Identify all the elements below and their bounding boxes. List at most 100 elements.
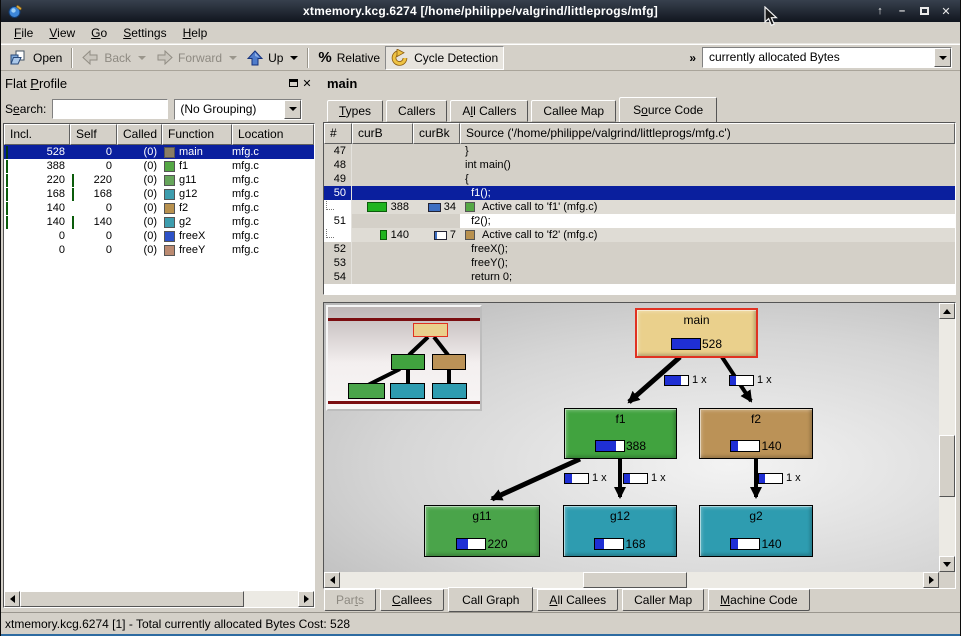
table-row[interactable]: 140 0 (0) f2 mfg.c (4, 201, 314, 215)
graph-node-main[interactable]: main 528 (635, 308, 758, 358)
graph-overview-minimap[interactable] (326, 305, 482, 411)
up-dropdown-icon[interactable] (290, 56, 298, 60)
scroll-right-button[interactable] (923, 572, 939, 588)
graph-node-g11[interactable]: g11 220 (424, 505, 540, 557)
source-line[interactable]: 49{ (324, 172, 955, 186)
scroll-down-button[interactable] (939, 556, 955, 572)
cycle-detection-toggle[interactable]: Cycle Detection (385, 46, 504, 70)
column-header-called[interactable]: Called (117, 124, 162, 145)
tab-caller-map[interactable]: Caller Map (622, 589, 704, 611)
maximize-button[interactable] (916, 3, 932, 19)
dock-title-bar[interactable]: Flat Profile ✕ (1, 71, 318, 95)
column-header-function[interactable]: Function (162, 124, 232, 145)
toolbar-overflow-chevron[interactable]: » (689, 51, 696, 65)
source-line[interactable]: 47} (324, 144, 955, 158)
call-cost-bar (758, 473, 783, 484)
scroll-left-button[interactable] (4, 591, 20, 607)
tab-call-graph[interactable]: Call Graph (448, 587, 533, 612)
tab-parts[interactable]: Parts (324, 589, 376, 611)
forward-button[interactable]: Forward (151, 46, 242, 70)
call-graph-view: main 528 f1 388 f2 140 g11 220 g12 168 g… (323, 302, 956, 589)
back-dropdown-icon[interactable] (138, 56, 146, 60)
table-row[interactable]: 140 140 (0) g2 mfg.c (4, 215, 314, 229)
column-header-curbk[interactable]: curBk (413, 123, 460, 144)
function-color-swatch (164, 231, 175, 242)
column-header-source[interactable]: Source ('/home/philippe/valgrind/littlep… (460, 123, 955, 144)
graph-node-g2[interactable]: g2 140 (699, 505, 813, 557)
menu-go[interactable]: Go (83, 24, 115, 42)
source-call-annotation[interactable]: 388 34 Active call to 'f1' (mfg.c) (324, 200, 955, 214)
table-row[interactable]: 168 168 (0) g12 mfg.c (4, 187, 314, 201)
menu-view[interactable]: View (41, 24, 83, 42)
relative-toggle[interactable]: % Relative (313, 46, 385, 70)
up-button[interactable]: Up (242, 46, 303, 70)
scrollbar-thumb[interactable] (939, 435, 955, 497)
dock-close-button[interactable]: ✕ (300, 76, 314, 90)
graph-node-f2[interactable]: f2 140 (699, 408, 813, 459)
tab-all-callees[interactable]: All Callees (537, 589, 618, 611)
cost-bar (595, 440, 625, 452)
tab-source-code[interactable]: Source Code (619, 97, 717, 123)
scrollbar-thumb[interactable] (20, 591, 244, 607)
column-header-incl[interactable]: Incl. (4, 124, 70, 145)
tab-types[interactable]: Types (327, 100, 383, 122)
tab-callers[interactable]: Callers (386, 100, 447, 122)
maximize-icon (920, 7, 929, 15)
function-color-swatch (164, 161, 175, 172)
open-button[interactable]: Open (5, 46, 67, 70)
tab-callee-map[interactable]: Callee Map (531, 100, 616, 122)
event-type-dropdown-button[interactable] (934, 48, 951, 67)
status-text: xtmemory.kcg.6274 [1] - Total currently … (5, 617, 350, 631)
column-header-location[interactable]: Location (232, 124, 314, 145)
flat-profile-table: Incl. Self Called Function Location 528 … (3, 123, 315, 608)
grouping-select[interactable]: (No Grouping) (174, 99, 302, 120)
column-header-curb[interactable]: curB (352, 123, 413, 144)
source-line[interactable]: 53 freeY(); (324, 256, 955, 270)
source-line[interactable]: 54 return 0; (324, 270, 955, 284)
source-call-annotation[interactable]: 140 7 Active call to 'f2' (mfg.c) (324, 228, 955, 242)
column-header-self[interactable]: Self (70, 124, 117, 145)
grouping-dropdown-button[interactable] (284, 100, 301, 119)
tree-branch-icon (326, 201, 334, 210)
source-line[interactable]: 48int main() (324, 158, 955, 172)
graph-vscrollbar[interactable] (939, 303, 955, 572)
flat-profile-hscrollbar[interactable] (4, 591, 314, 607)
forward-dropdown-icon[interactable] (229, 56, 237, 60)
search-input[interactable] (52, 99, 168, 119)
table-row[interactable]: 220 220 (0) g11 mfg.c (4, 173, 314, 187)
title-bar[interactable]: xtmemory.kcg.6274 [/home/philippe/valgri… (1, 0, 960, 22)
scroll-left-button[interactable] (324, 572, 340, 588)
shade-button[interactable]: ↑ (872, 3, 888, 19)
call-graph-canvas[interactable]: main 528 f1 388 f2 140 g11 220 g12 168 g… (324, 303, 939, 572)
event-type-select[interactable]: currently allocated Bytes (702, 47, 952, 68)
table-row[interactable]: 528 0 (0) main mfg.c (4, 145, 314, 159)
graph-node-f1[interactable]: f1 388 (564, 408, 677, 459)
menu-file[interactable]: File (6, 24, 41, 42)
scroll-right-button[interactable] (298, 591, 314, 607)
edge-label-main-f1: 1 x (664, 374, 707, 386)
menu-help[interactable]: Help (175, 24, 216, 42)
tab-machine-code[interactable]: Machine Code (708, 589, 809, 611)
table-row[interactable]: 388 0 (0) f1 mfg.c (4, 159, 314, 173)
minimize-button[interactable]: – (894, 3, 910, 19)
function-color-swatch (164, 189, 175, 200)
back-button[interactable]: Back (77, 46, 151, 70)
menu-settings[interactable]: Settings (115, 24, 174, 42)
source-line-selected[interactable]: 50 f1(); (324, 186, 955, 200)
graph-node-g12[interactable]: g12 168 (563, 505, 677, 557)
cost-bar (730, 538, 760, 550)
tab-all-callers[interactable]: All Callers (450, 100, 528, 122)
scrollbar-corner (939, 572, 955, 588)
dock-float-button[interactable] (286, 76, 300, 90)
graph-hscrollbar[interactable] (324, 572, 939, 588)
table-row[interactable]: 0 0 (0) freeX mfg.c (4, 229, 314, 243)
table-row[interactable]: 0 0 (0) freeY mfg.c (4, 243, 314, 257)
source-line[interactable]: 52 freeX(); (324, 242, 955, 256)
scroll-up-button[interactable] (939, 303, 955, 319)
cost-bar (367, 202, 387, 212)
close-button[interactable]: ✕ (938, 3, 954, 19)
column-header-line[interactable]: # (324, 123, 352, 144)
source-line[interactable]: 51 f2(); (324, 214, 955, 228)
tab-callees[interactable]: Callees (380, 589, 444, 611)
scrollbar-thumb[interactable] (583, 572, 687, 588)
